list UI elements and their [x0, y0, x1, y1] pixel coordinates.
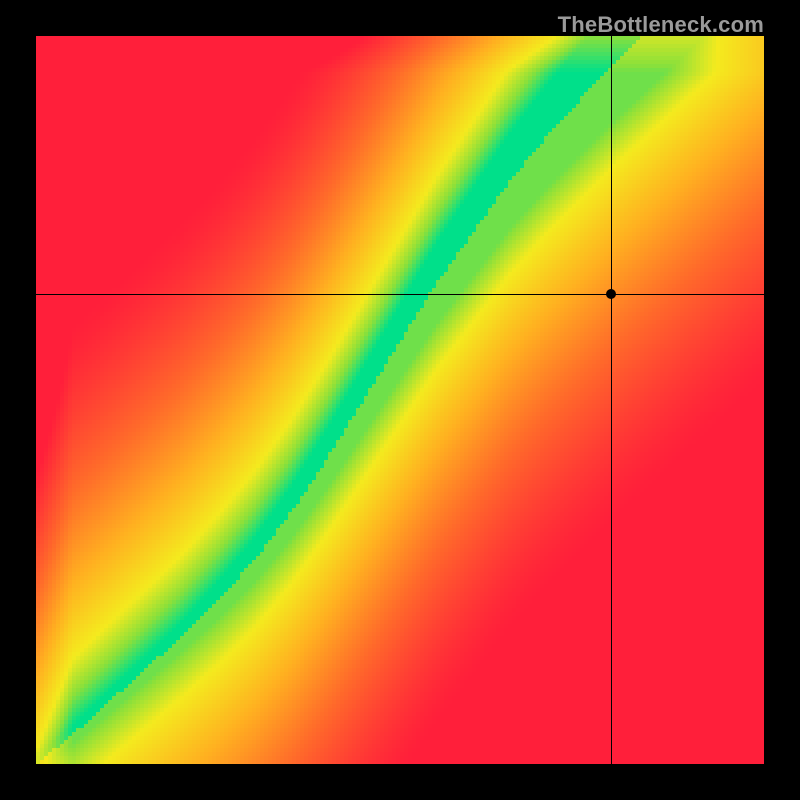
crosshair-horizontal [36, 294, 764, 295]
heatmap-canvas [36, 36, 764, 764]
chart-frame: TheBottleneck.com [0, 0, 800, 800]
heatmap-plot [36, 36, 764, 764]
crosshair-vertical [611, 36, 612, 764]
marker-dot [606, 289, 616, 299]
site-watermark: TheBottleneck.com [558, 12, 764, 38]
